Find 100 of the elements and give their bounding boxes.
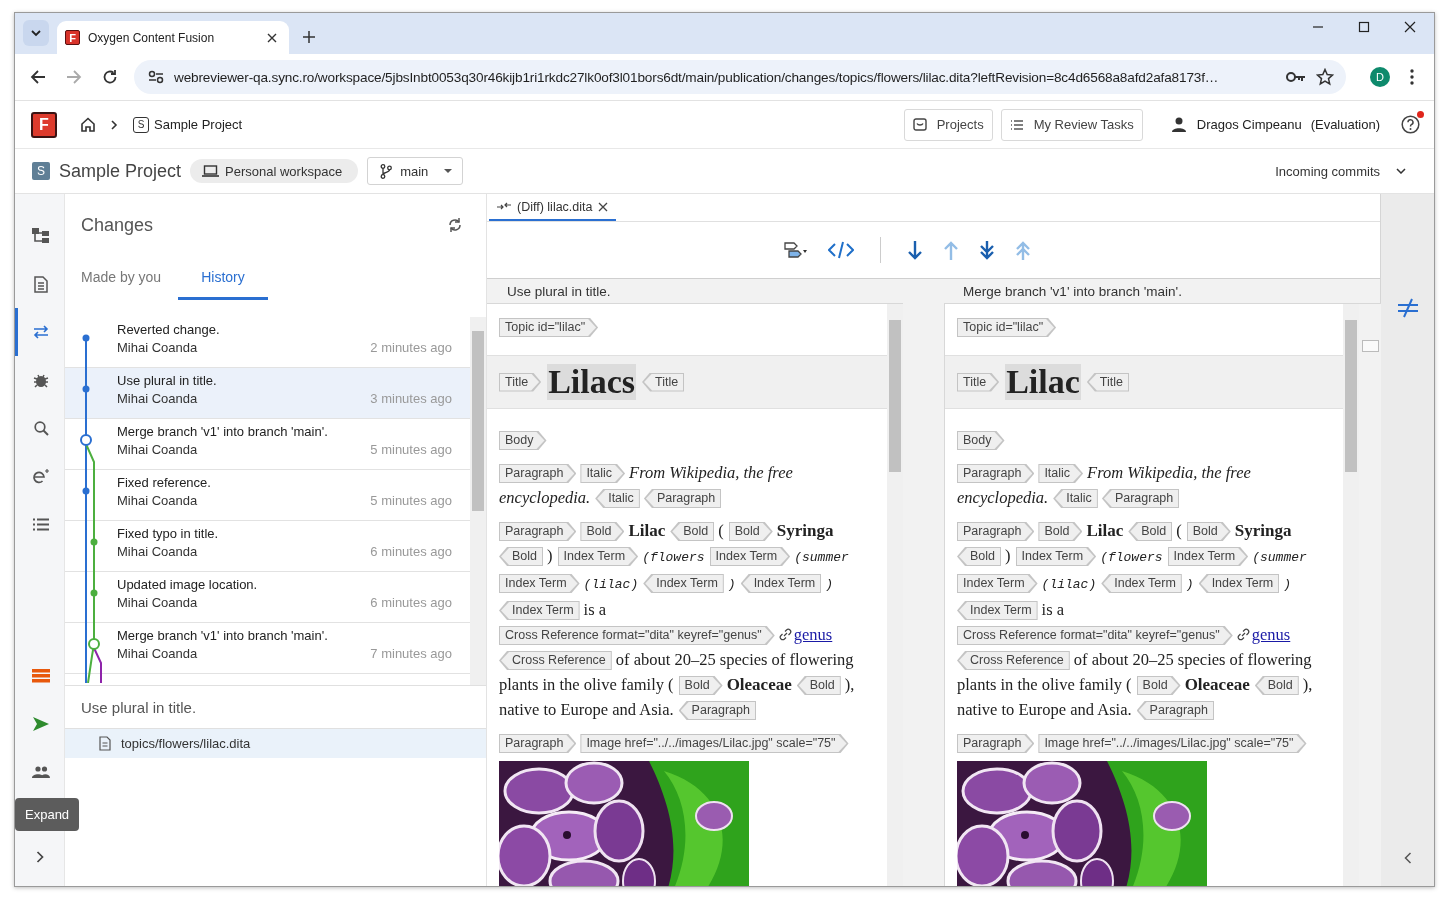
start-tag-marker[interactable]: Body <box>957 431 1005 450</box>
bold-text: Syringa <box>776 520 834 542</box>
end-tag-marker[interactable]: Paragraph <box>643 489 722 508</box>
index-term-text: (flowers <box>642 549 705 567</box>
start-tag-marker[interactable]: Bold <box>678 676 723 695</box>
start-tag-marker[interactable]: Index Term <box>709 547 791 566</box>
start-tag-marker[interactable]: Bold <box>580 522 625 541</box>
start-tag-marker[interactable]: Bold <box>1186 522 1231 541</box>
end-tag-marker[interactable]: Index Term <box>740 574 822 593</box>
index-term-text: ) <box>1185 576 1194 594</box>
body-text: of about 20–25 species of flowering <box>615 649 854 671</box>
end-tag-marker[interactable]: Bold <box>796 676 841 695</box>
end-tag-marker[interactable]: Index Term <box>1101 574 1182 593</box>
end-tag-marker[interactable]: Bold <box>957 547 1002 566</box>
commit-message: Merge branch 'v1' into branch 'main'. <box>117 628 329 643</box>
commit-author: Mihai Coanda <box>117 544 198 559</box>
start-tag-marker[interactable]: Title <box>957 372 1000 392</box>
project-badge: S <box>133 116 149 133</box>
commit-author: Mihai Coanda <box>117 646 198 661</box>
body-text: of about 20–25 species of flowering <box>1073 649 1312 671</box>
start-tag-marker[interactable]: Topic id="lilac" <box>499 318 599 337</box>
body-text: ( <box>1176 520 1182 542</box>
end-tag-marker[interactable]: Index Term <box>499 601 580 620</box>
start-tag-marker[interactable]: Body <box>499 431 547 450</box>
index-term-text: (summer <box>1252 549 1307 567</box>
commit-author: Mihai Coanda <box>117 442 198 457</box>
branch-dropdown[interactable]: main <box>367 157 464 185</box>
start-tag-marker[interactable]: Paragraph <box>957 464 1035 483</box>
commit-time: 5 minutes ago <box>370 442 452 457</box>
panel-tab[interactable]: History <box>178 256 268 300</box>
end-tag-marker[interactable]: Title <box>1086 372 1129 392</box>
start-tag-marker[interactable]: Italic <box>1038 464 1084 483</box>
start-tag-marker[interactable]: Cross Reference format="dita" keyref="genus" <box>499 626 775 645</box>
projects-button[interactable]: Projects <box>903 108 993 141</box>
start-tag-marker[interactable]: Image href="../../images/Lilac.jpg" scale="75" <box>580 734 849 753</box>
commit-time: 3 minutes ago <box>370 391 452 406</box>
end-tag-marker[interactable]: Paragraph <box>1101 489 1180 508</box>
commit-time: 2 minutes ago <box>370 340 452 355</box>
start-tag-marker[interactable]: Bold <box>728 522 773 541</box>
commit-message: Use plural in title. <box>117 373 218 388</box>
end-tag-marker[interactable]: Bold <box>1254 676 1299 695</box>
panel-tab[interactable]: Made by you <box>81 256 162 300</box>
end-tag-marker[interactable]: Cross Reference <box>957 651 1070 670</box>
italic-text: encyclopedia. <box>957 487 1049 509</box>
address-field[interactable]: webreviewer-qa.sync.ro/workspace/5jbsInbt0053q30r46kijb1ri1rkdc27lk0of3l01bors6dt/main/publication/changes/topics/flowers/lilac.dita?leftRevision=8c4d6568a8afd2afa8173f… <box>134 60 1346 94</box>
end-tag-marker[interactable]: Title <box>642 372 685 392</box>
start-tag-marker[interactable]: Topic id="lilac" <box>957 318 1057 337</box>
start-tag-marker[interactable]: Index Term <box>557 547 639 566</box>
start-tag-marker[interactable]: Cross Reference format="dita" keyref="genus" <box>957 626 1233 645</box>
start-tag-marker[interactable]: Index Term <box>1015 547 1097 566</box>
start-tag-marker[interactable]: Paragraph <box>499 734 577 753</box>
index-term-text: ) <box>1283 576 1292 594</box>
start-tag-marker[interactable]: Bold <box>1038 522 1083 541</box>
workspace-badge[interactable]: Personal workspace <box>190 159 359 183</box>
start-tag-marker[interactable]: Index Term <box>1167 547 1249 566</box>
start-tag-marker[interactable]: Bold <box>1136 676 1181 695</box>
start-tag-marker[interactable]: Index Term <box>499 574 580 593</box>
editor-tab[interactable]: (Diff) lilac.dita <box>489 194 617 221</box>
start-tag-marker[interactable]: Italic <box>580 464 626 483</box>
end-tag-marker[interactable]: Bold <box>499 547 544 566</box>
start-tag-marker[interactable]: Paragraph <box>499 464 577 483</box>
body-text: is a <box>1041 599 1065 621</box>
app-favicon: F <box>65 30 80 45</box>
body-text: ) <box>1005 545 1011 567</box>
start-tag-marker[interactable]: Paragraph <box>957 734 1035 753</box>
body-text: ) <box>547 545 553 567</box>
end-tag-marker[interactable]: Bold <box>1128 522 1173 541</box>
commit-message: Reverted change. <box>117 322 221 337</box>
start-tag-marker[interactable]: Paragraph <box>499 522 577 541</box>
end-tag-marker[interactable]: Italic <box>1053 489 1098 508</box>
start-tag-marker[interactable]: Title <box>499 372 542 392</box>
body-text: ), <box>844 674 855 696</box>
index-term-text: (lilac) <box>1041 576 1097 594</box>
app-logo[interactable]: F <box>31 111 57 138</box>
start-tag-marker[interactable]: Index Term <box>957 574 1038 593</box>
end-tag-marker[interactable]: Bold <box>670 522 715 541</box>
index-term-text: (summer <box>794 549 849 567</box>
end-tag-marker[interactable]: Italic <box>595 489 640 508</box>
browser-tab[interactable]: F Oxygen Content Fusion <box>57 21 289 54</box>
commit-time: 7 minutes ago <box>370 646 452 661</box>
end-tag-marker[interactable]: Paragraph <box>1136 701 1214 720</box>
end-tag-marker[interactable]: Index Term <box>1198 574 1280 593</box>
end-tag-marker[interactable]: Cross Reference <box>499 651 612 670</box>
incoming-commits-link[interactable]: Incoming commits <box>1275 163 1380 179</box>
end-tag-marker[interactable]: Index Term <box>957 601 1038 620</box>
commit-item[interactable]: Use plural in title. Mihai Coanda 3 minutes ago <box>65 368 470 419</box>
start-tag-marker[interactable]: Image href="../../images/Lilac.jpg" scale="75" <box>1038 734 1307 753</box>
breadcrumb-link[interactable]: Sample Project <box>154 117 243 132</box>
bold-text: Syringa <box>1234 520 1292 542</box>
profile-avatar[interactable]: D <box>1370 67 1390 87</box>
start-tag-marker[interactable]: Paragraph <box>957 522 1035 541</box>
end-tag-marker[interactable]: Paragraph <box>678 701 756 720</box>
panel-title: Changes <box>81 214 154 236</box>
changed-file-item[interactable]: topics/flowers/lilac.dita <box>65 728 486 758</box>
user-name[interactable]: Dragos Cimpeanu <box>1196 117 1302 132</box>
genus-link[interactable]: genus <box>793 625 833 644</box>
review-tasks-button[interactable]: My Review Tasks <box>1000 108 1143 141</box>
genus-link[interactable]: genus <box>1251 625 1291 644</box>
end-tag-marker[interactable]: Index Term <box>643 574 724 593</box>
body-text: ), <box>1302 674 1313 696</box>
